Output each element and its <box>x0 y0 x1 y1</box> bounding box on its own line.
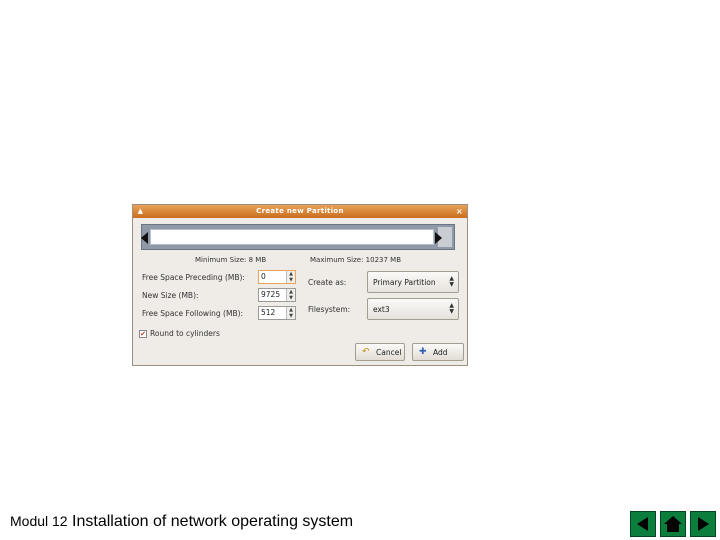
free-space-preceding-input[interactable]: 0 ▲ ▼ <box>258 270 296 284</box>
partition-size-bar <box>150 229 434 245</box>
arrow-left-icon <box>637 517 648 531</box>
filesystem-select[interactable]: ext3 ▲ ▼ <box>367 298 459 320</box>
updown-icon: ▲ ▼ <box>449 302 454 315</box>
dialog-title: Create new Partition <box>256 207 344 215</box>
free-space-preceding-label: Free Space Preceding (MB): <box>142 273 245 282</box>
add-button[interactable]: ✚ Add <box>412 343 464 361</box>
partition-size-slider[interactable] <box>141 224 455 250</box>
dialog-titlebar[interactable]: ▲ Create new Partition × <box>133 205 467 218</box>
spin-buttons[interactable]: ▲ ▼ <box>286 289 295 301</box>
round-to-cylinders-label: Round to cylinders <box>150 329 220 338</box>
create-as-select[interactable]: Primary Partition ▲ ▼ <box>367 271 459 293</box>
prev-slide-button[interactable] <box>630 511 656 537</box>
close-icon[interactable]: × <box>455 207 464 216</box>
create-as-value: Primary Partition <box>373 278 436 287</box>
free-space-following-input[interactable]: 512 ▲ ▼ <box>258 306 296 320</box>
maximum-size-label: Maximum Size: 10237 MB <box>310 256 402 264</box>
filesystem-value: ext3 <box>373 305 390 314</box>
round-to-cylinders-checkbox[interactable]: ✔ <box>139 330 147 338</box>
window-menu-icon[interactable]: ▲ <box>136 207 145 216</box>
cancel-icon: ↶ <box>362 347 370 357</box>
slider-right-handle[interactable] <box>435 232 442 244</box>
create-as-label: Create as: <box>308 278 347 287</box>
next-slide-button[interactable] <box>690 511 716 537</box>
arrow-right-icon <box>698 517 709 531</box>
spin-buttons[interactable]: ▲ ▼ <box>286 271 295 283</box>
module-label: Modul 12 <box>10 513 68 529</box>
slider-left-handle[interactable] <box>141 232 148 244</box>
home-button[interactable] <box>660 511 686 537</box>
minimum-size-label: Minimum Size: 8 MB <box>195 256 267 264</box>
create-partition-dialog: ▲ Create new Partition × Minimum Size: 8… <box>132 204 468 366</box>
add-icon: ✚ <box>419 347 427 357</box>
updown-icon: ▲ ▼ <box>449 275 454 288</box>
cancel-button-label: Cancel <box>376 348 402 357</box>
slide-footer: Modul 12 Installation of network operati… <box>10 513 353 531</box>
home-icon <box>664 516 682 532</box>
new-size-input[interactable]: 9725 ▲ ▼ <box>258 288 296 302</box>
spin-buttons[interactable]: ▲ ▼ <box>286 307 295 319</box>
slide-title: Installation of network operating system <box>72 513 354 530</box>
free-space-following-value: 512 <box>261 308 276 317</box>
filesystem-label: Filesystem: <box>308 305 351 314</box>
free-space-preceding-value: 0 <box>261 272 266 281</box>
add-button-label: Add <box>433 348 448 357</box>
free-space-following-label: Free Space Following (MB): <box>142 309 244 318</box>
new-size-label: New Size (MB): <box>142 291 199 300</box>
cancel-button[interactable]: ↶ Cancel <box>355 343 405 361</box>
new-size-value: 9725 <box>261 290 281 299</box>
